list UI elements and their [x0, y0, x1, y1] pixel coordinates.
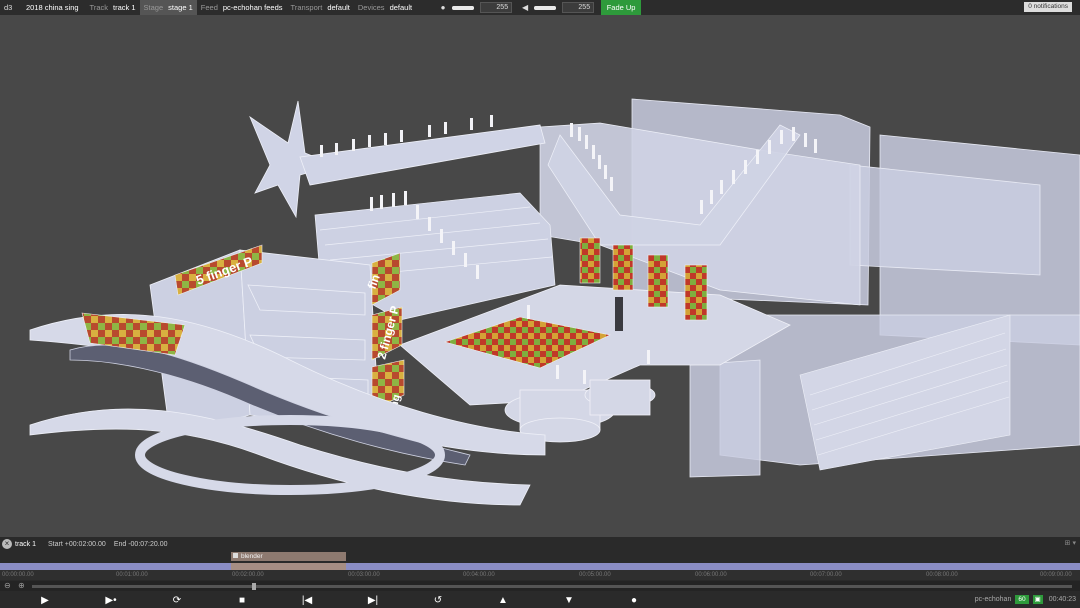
- devices-selector[interactable]: Devices default: [354, 0, 416, 15]
- project-name[interactable]: 2018 china sing: [18, 3, 86, 12]
- tick-label: 00:03:00.00: [348, 572, 380, 578]
- tick-label: 00:09:00.00: [1040, 572, 1072, 578]
- layer-ruler-segment: [231, 563, 346, 570]
- tick-label: 00:08:00.00: [926, 572, 958, 578]
- tick-label: 00:06:00.00: [695, 572, 727, 578]
- next-section-icon[interactable]: ▶|: [365, 595, 381, 607]
- devices-key: Devices: [357, 3, 385, 12]
- track-selector[interactable]: Track track 1: [86, 0, 140, 15]
- machine-name: pc-echohan: [974, 596, 1012, 603]
- layer-icon: [233, 553, 238, 558]
- transport-selector[interactable]: Transport default: [287, 0, 354, 15]
- fade-up-button[interactable]: Fade Up: [601, 0, 642, 15]
- down-icon[interactable]: ▼: [561, 595, 577, 607]
- layer-name: blender: [241, 553, 263, 560]
- loop-icon[interactable]: ⟳: [169, 595, 185, 607]
- tick-label: 00:00:00.00: [2, 572, 34, 578]
- timeline-scrubber[interactable]: ⊖ ⊕: [0, 581, 1080, 591]
- timeline-status: pc-echohan 60 ▣ 00:40:23: [975, 595, 1076, 604]
- timeline-ruler[interactable]: [0, 563, 1080, 570]
- track-value: track 1: [113, 3, 136, 12]
- status-indicator-icon: ▣: [1032, 595, 1043, 604]
- volume-slider[interactable]: [534, 5, 557, 10]
- feed-key: Feed: [200, 3, 218, 12]
- volume-value[interactable]: 255: [562, 2, 595, 13]
- stage-render: 5 finger P fin 2 finger P fing: [29, 98, 1080, 506]
- transport-value: default: [327, 3, 350, 12]
- transport-key: Transport: [290, 3, 323, 12]
- up-icon[interactable]: ▲: [495, 595, 511, 607]
- fps-badge: 60: [1015, 595, 1029, 604]
- volume-icon: ◀: [522, 3, 529, 12]
- timeline-track-name: track 1: [15, 540, 37, 548]
- volume-control: ◀ 255: [520, 2, 595, 13]
- return-icon[interactable]: ↺: [430, 595, 446, 607]
- timeline-options-icon[interactable]: ⊞ ▾: [1065, 539, 1076, 547]
- stage-viewport[interactable]: 5 finger P fin 2 finger P fing: [0, 15, 1080, 537]
- tick-label: 00:01:00.00: [116, 572, 148, 578]
- brightness-icon: ●: [440, 3, 446, 12]
- feed-value: pc-echohan feeds: [222, 3, 283, 12]
- track-key: Track: [89, 3, 109, 12]
- stage-value: stage 1: [168, 3, 193, 12]
- play-icon[interactable]: ▶: [37, 595, 53, 607]
- stage-selector[interactable]: Stage stage 1: [139, 0, 197, 15]
- tick-label: 00:02:00.00: [232, 572, 264, 578]
- layer-blender[interactable]: blender: [231, 552, 346, 561]
- timeline-panel: × track 1 Start +00:02:00.00 End -00:07:…: [0, 537, 1080, 608]
- tick-label: 00:04:00.00: [463, 572, 495, 578]
- current-time: 00:40:23: [1048, 596, 1076, 603]
- timeline-start: Start +00:02:00.00: [48, 540, 106, 548]
- tick-label: 00:05:00.00: [579, 572, 611, 578]
- timeline-header: × track 1 Start +00:02:00.00 End -00:07:…: [0, 537, 1080, 551]
- notifications-button[interactable]: 0 notifications: [1024, 2, 1072, 12]
- play-to-end-icon[interactable]: ▶•: [103, 595, 119, 607]
- devices-value: default: [389, 3, 413, 12]
- brightness-value[interactable]: 255: [480, 2, 513, 13]
- zoom-in-icon[interactable]: ⊕: [18, 581, 25, 590]
- top-bar: d3 2018 china sing Track track 1 Stage s…: [0, 0, 1080, 15]
- zoom-out-icon[interactable]: ⊖: [4, 581, 11, 590]
- transport-controls: ▶ ▶• ⟳ ■ |◀ ▶| ↺ ▲ ▼ ●: [0, 593, 1080, 608]
- brightness-control: ● 255: [438, 2, 513, 13]
- app-name: d3: [4, 3, 13, 12]
- previous-section-icon[interactable]: |◀: [299, 595, 315, 607]
- brightness-slider[interactable]: [452, 5, 475, 10]
- timeline-ticks: 00:00:00.00 00:01:00.00 00:02:00.00 00:0…: [0, 570, 1080, 580]
- close-track-icon[interactable]: ×: [2, 539, 12, 549]
- stop-icon[interactable]: ■: [234, 595, 250, 607]
- performer: [615, 297, 623, 331]
- record-icon[interactable]: ●: [626, 595, 642, 607]
- feed-selector[interactable]: Feed pc-echohan feeds: [197, 0, 287, 15]
- timeline-end: End -00:07:20.00: [113, 540, 168, 548]
- stage-key: Stage: [143, 3, 164, 12]
- playhead-handle[interactable]: [252, 583, 256, 590]
- tick-label: 00:07:00.00: [810, 572, 842, 578]
- scrub-bar[interactable]: [32, 585, 1072, 588]
